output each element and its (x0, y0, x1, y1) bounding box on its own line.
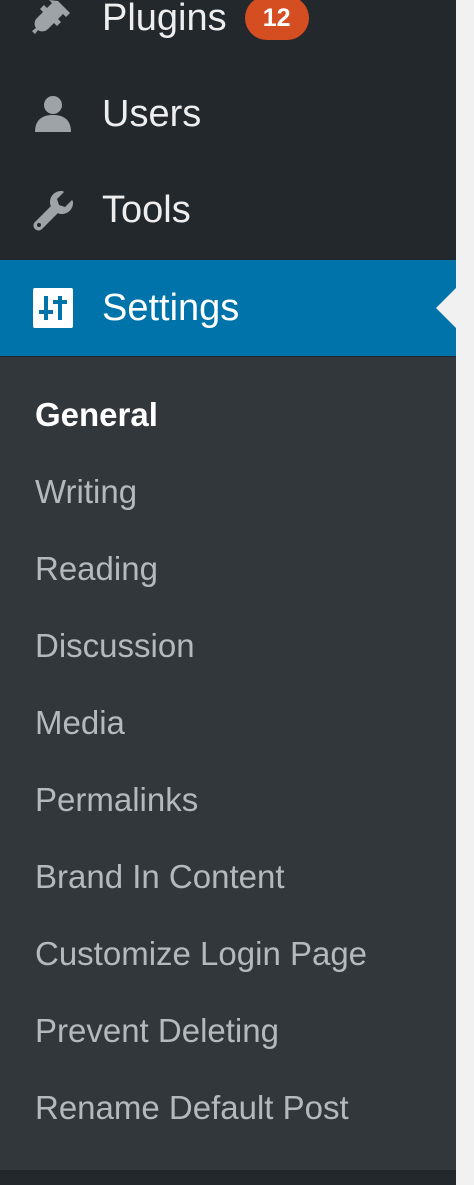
submenu-item-brand-in-content[interactable]: Brand In Content (35, 846, 445, 908)
menu-item-label: Plugins (102, 0, 227, 39)
submenu-item-customize-login-page[interactable]: Customize Login Page (35, 923, 445, 985)
submenu-item-rename-default-post[interactable]: Rename Default Post (35, 1077, 445, 1139)
menu-item-settings[interactable]: Settings (0, 260, 456, 356)
submenu-item-prevent-deleting[interactable]: Prevent Deleting (35, 1000, 445, 1062)
admin-sidebar-menu: Plugins 12 Users Tools Settings General … (0, 0, 456, 1185)
menu-item-label: Users (102, 92, 202, 135)
menu-item-label: Settings (102, 286, 240, 329)
menu-item-label: Tools (102, 188, 191, 231)
settings-submenu: General Writing Reading Discussion Media… (0, 357, 456, 1170)
submenu-item-general[interactable]: General (35, 384, 445, 446)
submenu-item-discussion[interactable]: Discussion (35, 615, 445, 677)
wrench-icon (28, 185, 78, 235)
menu-item-plugins[interactable]: Plugins 12 (0, 0, 456, 66)
menu-bottom-divider (0, 1170, 456, 1185)
current-page-arrow (436, 288, 456, 328)
user-icon (28, 89, 78, 139)
update-count-badge: 12 (244, 0, 309, 40)
submenu-item-reading[interactable]: Reading (35, 538, 445, 600)
plugin-icon (28, 0, 78, 43)
menu-item-users[interactable]: Users (0, 66, 456, 162)
submenu-item-permalinks[interactable]: Permalinks (35, 769, 445, 831)
submenu-item-media[interactable]: Media (35, 692, 445, 754)
menu-item-tools[interactable]: Tools (0, 162, 456, 258)
submenu-item-writing[interactable]: Writing (35, 461, 445, 523)
settings-icon (28, 283, 78, 333)
